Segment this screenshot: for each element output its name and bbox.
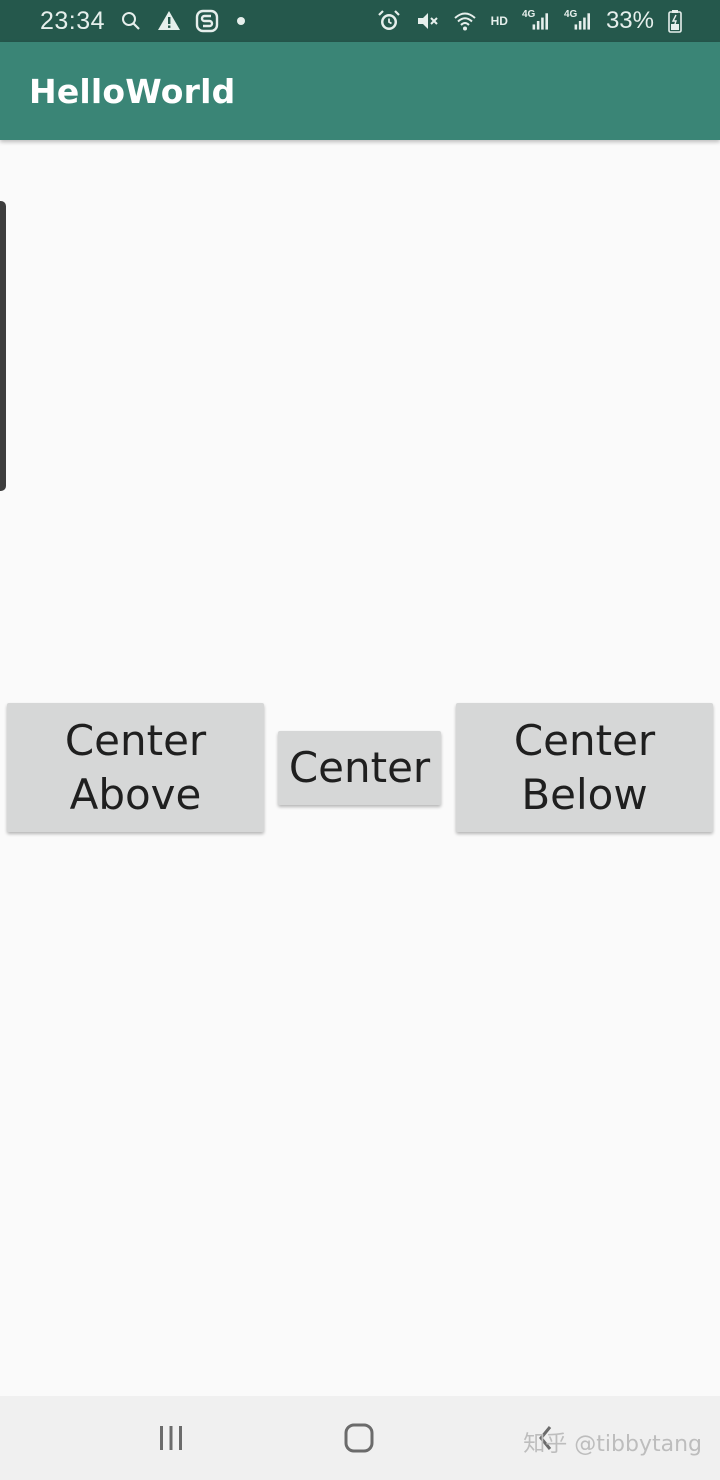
s-app-icon: [195, 9, 219, 33]
center-below-label: Center Below: [513, 715, 656, 819]
network-label-1: 4G: [521, 9, 536, 20]
mute-icon: [415, 9, 439, 33]
alarm-icon: [377, 9, 401, 33]
notification-dot: [237, 17, 246, 25]
signal-4g-icon: 4G: [522, 9, 550, 33]
center-button[interactable]: Center: [278, 731, 441, 805]
hd-icon: HD: [490, 14, 508, 28]
app-bar: HelloWorld: [0, 42, 720, 140]
wifi-icon: [453, 9, 477, 33]
status-right: HD 4G 4G 33%: [377, 7, 682, 35]
center-below-button[interactable]: Center Below: [456, 703, 713, 832]
center-above-label: Center Above: [64, 715, 207, 819]
battery-icon: [668, 9, 682, 33]
home-icon[interactable]: [337, 1416, 381, 1460]
status-bar: 23:34 HD 4G 4G 33%: [0, 0, 720, 42]
search-icon: [119, 9, 143, 33]
edge-panel-handle[interactable]: [0, 201, 6, 491]
center-above-button[interactable]: Center Above: [7, 703, 264, 832]
center-label: Center: [288, 743, 431, 792]
status-time: 23:34: [40, 6, 106, 35]
signal-4g-icon: 4G: [564, 9, 592, 33]
status-left: 23:34: [40, 6, 246, 36]
app-title: HelloWorld: [29, 71, 236, 111]
watermark: 知乎 @tibbytang: [523, 1432, 702, 1457]
battery-percent: 33%: [605, 7, 654, 34]
recent-apps-icon[interactable]: [149, 1416, 193, 1460]
network-label-2: 4G: [563, 9, 578, 20]
warning-icon: [157, 9, 181, 33]
